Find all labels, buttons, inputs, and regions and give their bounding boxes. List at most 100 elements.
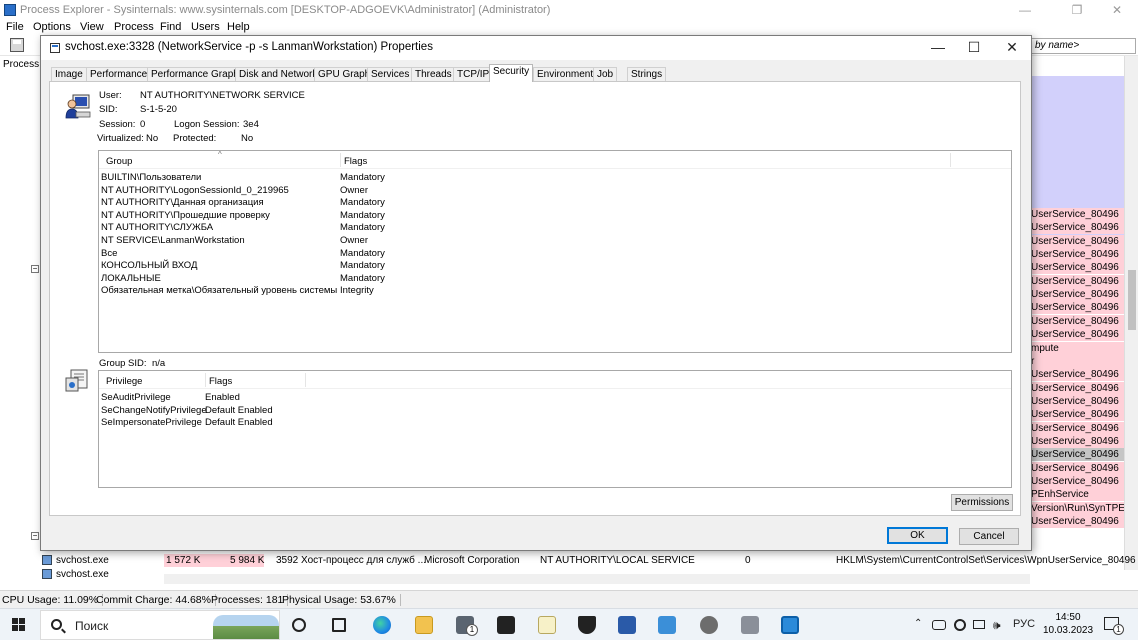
group-row[interactable]: Обязательная метка\Обязательный уровень … [99, 285, 1011, 297]
privilege-flags-column-header[interactable]: Flags [209, 376, 232, 387]
privilege-row[interactable]: SeAuditPrivilege Enabled [99, 392, 1011, 404]
privilege-row[interactable]: SeImpersonatePrivilege Default Enabled [99, 417, 1011, 429]
powershell-icon[interactable] [618, 616, 636, 634]
tab-job[interactable]: Job [593, 67, 618, 82]
main-minimize-button[interactable]: — [1010, 2, 1040, 18]
save-icon[interactable] [10, 38, 24, 52]
notifications-icon[interactable]: 1 [1104, 617, 1124, 635]
group-row[interactable]: NT AUTHORITY\LogonSessionId_0_219965 Owne… [99, 185, 1011, 197]
dialog-maximize-button[interactable]: ☐ [955, 36, 993, 60]
menu-users[interactable]: Users [191, 21, 220, 33]
group-row[interactable]: BUILTIN\Пользователи Mandatory [99, 172, 1011, 184]
defender-icon[interactable] [578, 616, 596, 634]
service-path-cell[interactable]: UserService_80496 [1030, 515, 1124, 529]
tab-security[interactable]: Security [489, 64, 534, 82]
column-divider[interactable] [305, 373, 306, 387]
privileges-list[interactable]: Privilege Flags SeAuditPrivilege Enabled S… [98, 370, 1012, 488]
ok-button[interactable]: OK [887, 527, 948, 544]
service-path-cell[interactable]: r [1030, 354, 1124, 368]
menu-file[interactable]: File [6, 21, 24, 33]
tab-threads[interactable]: Threads [411, 67, 456, 82]
tab-services[interactable]: Services [367, 67, 414, 82]
menu-view[interactable]: View [80, 21, 104, 33]
column-divider[interactable] [205, 373, 206, 387]
group-row[interactable]: КОНСОЛЬНЫЙ ВХОД Mandatory [99, 260, 1011, 272]
tab-performance[interactable]: Performance [86, 67, 152, 82]
taskbar-search-box[interactable]: Поиск [40, 610, 280, 640]
service-path-cell[interactable]: UserService_80496 [1030, 248, 1124, 262]
service-path-cell[interactable]: UserService_80496 [1030, 261, 1124, 275]
group-row[interactable]: NT AUTHORITY\Прошедшие проверку Mandatory [99, 210, 1011, 222]
privilege-column-header[interactable]: Privilege [106, 376, 142, 387]
tab-performance-graph[interactable]: Performance Graph [147, 67, 243, 82]
service-path-cell[interactable]: UserService_80496 [1030, 408, 1124, 422]
cortana-icon[interactable] [292, 618, 306, 632]
service-path-cell[interactable]: UserService_80496 [1030, 221, 1124, 235]
dialog-close-button[interactable]: ✕ [993, 36, 1031, 60]
permissions-button[interactable]: Permissions [951, 494, 1013, 511]
service-path-cell[interactable]: UserService_80496 [1030, 368, 1124, 382]
volume-icon[interactable]: 🕪 [993, 618, 1001, 633]
show-hidden-icons-chevron-icon[interactable]: ⌃ [914, 618, 922, 629]
service-path-cell[interactable]: UserService_80496 [1030, 301, 1124, 315]
main-close-button[interactable]: ✕ [1102, 2, 1132, 18]
service-path-cell[interactable]: UserService_80496 [1030, 234, 1124, 248]
settings-gear-icon[interactable] [700, 616, 718, 634]
tab-strings[interactable]: Strings [627, 67, 667, 82]
menu-process[interactable]: Process [114, 21, 154, 33]
service-path-cell[interactable]: UserService_80496 [1030, 421, 1124, 435]
privilege-row[interactable]: SeChangeNotifyPrivilege Default Enabled [99, 405, 1011, 417]
service-path-cell[interactable]: UserService_80496 [1030, 448, 1124, 462]
power-icon[interactable] [954, 619, 966, 631]
menu-help[interactable]: Help [227, 21, 250, 33]
tree-collapse-icon[interactable]: − [31, 532, 39, 540]
service-path-cell[interactable]: UserService_80496 [1030, 314, 1124, 328]
mail-icon[interactable]: 1 [456, 616, 478, 636]
group-row[interactable]: NT AUTHORITY\Данная организация Mandatory [99, 197, 1011, 209]
groups-list[interactable]: Group ^ Flags BUILTIN\Пользователи Mandat… [98, 150, 1012, 353]
filter-input[interactable]: by name> [1030, 38, 1136, 54]
group-row[interactable]: Все Mandatory [99, 248, 1011, 260]
tab-environment[interactable]: Environment [533, 67, 598, 82]
network-icon[interactable] [973, 620, 985, 629]
service-path-cell[interactable]: UserService_80496 [1030, 475, 1124, 488]
tab-gpu-graph[interactable]: GPU Graph [314, 67, 375, 82]
process-monitor-icon[interactable] [741, 616, 759, 634]
dialog-minimize-button[interactable]: — [919, 36, 957, 60]
group-row[interactable]: NT AUTHORITY\СЛУЖБА Mandatory [99, 222, 1011, 234]
main-maximize-button[interactable]: ❐ [1062, 2, 1092, 18]
group-column-header[interactable]: Group [106, 156, 132, 167]
group-row[interactable]: ЛОКАЛЬНЫЕ Mandatory [99, 273, 1011, 285]
service-path-cell[interactable]: mpute [1030, 341, 1124, 355]
service-path-cell[interactable]: UserService_80496 [1030, 461, 1124, 475]
tab-tcp-ip[interactable]: TCP/IP [453, 67, 494, 82]
service-path-cell[interactable]: UserService_80496 [1030, 288, 1124, 302]
service-path-cell[interactable]: PEnhService [1030, 488, 1124, 502]
file-explorer-icon[interactable] [415, 616, 433, 634]
flags-column-header[interactable]: Flags [344, 156, 367, 167]
service-path-cell[interactable]: Version\Run\SynTPEnh [1030, 501, 1124, 515]
process-list-scrollbar[interactable] [1124, 56, 1138, 570]
service-path-cell[interactable]: UserService_80496 [1030, 274, 1124, 288]
process-explorer-taskbar-icon[interactable] [781, 616, 799, 634]
tree-collapse-icon[interactable]: − [31, 265, 39, 273]
tab-disk-and-network[interactable]: Disk and Network [235, 67, 322, 82]
menu-find[interactable]: Find [160, 21, 181, 33]
service-path-cell[interactable]: UserService_80496 [1030, 434, 1124, 448]
cancel-button[interactable]: Cancel [959, 528, 1019, 545]
service-path-cell[interactable]: UserService_80496 [1030, 394, 1124, 408]
column-divider[interactable] [340, 153, 341, 167]
remote-desktop-icon[interactable] [658, 616, 676, 634]
service-path-cell[interactable]: UserService_80496 [1030, 381, 1124, 395]
group-row[interactable]: NT SERVICE\LanmanWorkstation Owner [99, 235, 1011, 247]
language-indicator[interactable]: РУС [1013, 618, 1035, 630]
edge-icon[interactable] [373, 616, 391, 634]
process-column-header[interactable]: Process [3, 59, 39, 70]
menu-options[interactable]: Options [33, 21, 71, 33]
column-divider[interactable] [950, 153, 951, 167]
cloud-icon[interactable] [932, 620, 946, 630]
clock[interactable]: 14:50 10.03.2023 [1040, 611, 1096, 637]
task-view-icon[interactable] [332, 618, 346, 632]
service-path-cell[interactable]: UserService_80496 [1030, 328, 1124, 342]
tab-image[interactable]: Image [51, 67, 87, 82]
